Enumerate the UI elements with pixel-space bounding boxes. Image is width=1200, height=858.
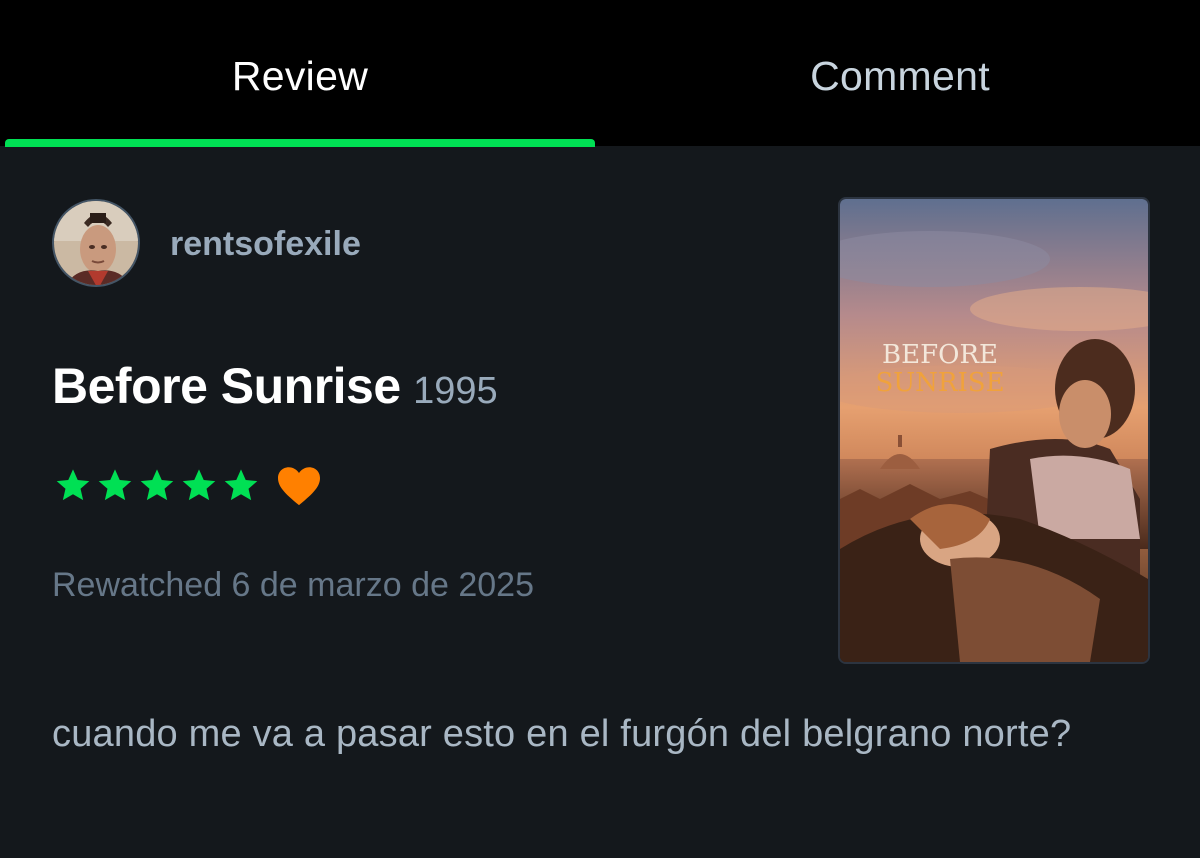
star-icon	[98, 469, 132, 501]
star-icon	[140, 469, 174, 501]
active-tab-indicator	[5, 139, 595, 147]
review-content: rentsofexile Before Sunrise 1995 Rewatch…	[0, 147, 1200, 858]
avatar[interactable]	[52, 199, 140, 287]
tab-bar: Review Comment	[0, 0, 1200, 147]
poster-title-line1: BEFORE	[882, 340, 998, 370]
star-icon	[56, 469, 90, 501]
tab-review-label: Review	[231, 53, 369, 99]
tab-review[interactable]: Review	[0, 0, 600, 146]
watched-date: Rewatched 6 de marzo de 2025	[52, 566, 534, 604]
film-title[interactable]: Before Sunrise	[52, 358, 401, 414]
film-heading: Before Sunrise 1995	[52, 357, 498, 415]
avatar-image	[54, 201, 138, 285]
star-icon	[224, 469, 258, 501]
poster-image: BEFORE SUNRISE	[840, 199, 1148, 662]
rating	[52, 465, 322, 507]
tab-comment-label: Comment	[810, 53, 990, 99]
username[interactable]: rentsofexile	[170, 225, 361, 264]
film-poster[interactable]: BEFORE SUNRISE	[838, 197, 1150, 664]
tab-comment[interactable]: Comment	[600, 0, 1200, 146]
poster-title-line2: SUNRISE	[875, 368, 1004, 398]
star-icon	[182, 469, 216, 501]
heart-icon	[278, 467, 320, 506]
review-body: cuando me va a pasar esto en el furgón d…	[52, 713, 1072, 755]
film-year[interactable]: 1995	[413, 370, 498, 412]
